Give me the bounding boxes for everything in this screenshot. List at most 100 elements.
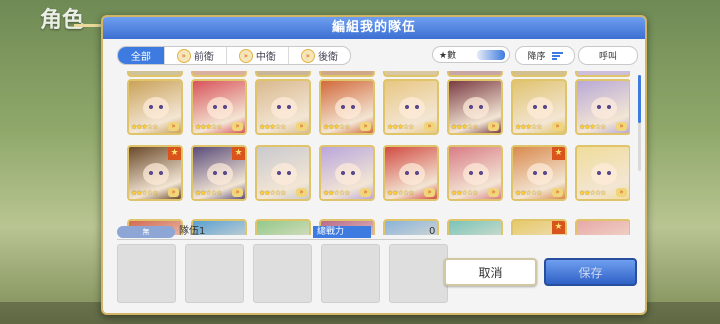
star-rating: ★★☆☆☆ — [259, 189, 286, 197]
character-card[interactable]: ★★☆☆☆ » — [255, 145, 311, 201]
cancel-label: 取消 — [478, 265, 503, 280]
star-rating: ★★★☆☆ — [131, 123, 158, 131]
tab-back-label: 後衛 — [317, 52, 338, 63]
team-slots — [117, 244, 448, 303]
position-chevron-icon: » — [552, 188, 563, 197]
position-chevron-icon: » — [616, 188, 627, 197]
star-flag-icon: ★ — [168, 147, 181, 160]
roster-top-peek-row — [127, 71, 630, 77]
character-card[interactable]: ★★★☆☆ » — [575, 79, 630, 135]
character-card[interactable]: ★★★☆☆ » — [447, 79, 503, 135]
position-chevron-icon: » — [552, 122, 563, 131]
character-eyes — [596, 171, 612, 175]
tab-middle[interactable]: » 中衛 — [227, 47, 289, 64]
total-power-value: 0 — [429, 226, 436, 237]
character-eyes — [596, 105, 612, 109]
roster-scrollbar[interactable] — [638, 75, 641, 171]
roster-row-1: ★★★☆☆» ★★★☆☆» ★★★☆☆» ★★★☆☆» ★★★☆☆» ★★★☆☆» ★★★☆… — [127, 79, 630, 135]
character-card-peek[interactable] — [127, 71, 183, 77]
character-eyes — [148, 105, 164, 109]
character-card[interactable]: ★★☆☆☆ » ★ — [191, 145, 247, 201]
star-rating: ★★☆☆☆ — [387, 189, 414, 197]
character-card[interactable]: ★★★☆☆ » — [383, 79, 439, 135]
team-name: 隊伍1 — [179, 226, 206, 237]
character-eyes — [532, 171, 548, 175]
character-card[interactable]: ★★☆☆☆ » — [319, 145, 375, 201]
tab-back[interactable]: » 後衛 — [289, 47, 350, 64]
position-chevron-icon: » — [424, 122, 435, 131]
position-chevron-icon: » — [232, 122, 243, 131]
position-chevron-icon: » — [168, 188, 179, 197]
character-eyes — [276, 105, 292, 109]
character-eyes — [532, 105, 548, 109]
character-eyes — [468, 105, 484, 109]
back-position-icon: » — [300, 48, 315, 63]
position-chevron-icon: » — [488, 122, 499, 131]
tab-front[interactable]: » 前衛 — [165, 47, 227, 64]
sort-label: ★數 — [439, 51, 457, 61]
roster-row-2: ★★☆☆☆» ★ ★★☆☆☆» ★ ★★☆☆☆» ★★☆☆☆» ★★☆☆☆» ★★☆☆☆» ★★… — [127, 145, 630, 201]
character-eyes — [276, 171, 292, 175]
star-rating: ★★☆☆☆ — [195, 189, 222, 197]
position-chevron-icon: » — [616, 122, 627, 131]
position-chevron-icon: » — [296, 122, 307, 131]
character-card[interactable]: ★★★☆☆ » — [511, 79, 567, 135]
call-button[interactable]: 呼叫 — [578, 46, 638, 65]
character-eyes — [340, 171, 356, 175]
team-slot-4[interactable] — [321, 244, 380, 303]
star-rating: ★★☆☆☆ — [579, 189, 606, 197]
order-button[interactable]: 降序 — [515, 46, 575, 65]
team-slot-3[interactable] — [253, 244, 312, 303]
middle-position-icon: » — [238, 48, 253, 63]
cancel-button[interactable]: 取消 — [444, 258, 537, 286]
character-eyes — [212, 171, 228, 175]
tab-middle-label: 中衛 — [255, 52, 276, 63]
character-eyes — [148, 171, 164, 175]
character-card-peek[interactable] — [383, 71, 439, 77]
position-chevron-icon: » — [296, 188, 307, 197]
character-card[interactable]: ★★☆☆☆ » — [383, 145, 439, 201]
character-eyes — [212, 105, 228, 109]
character-card[interactable]: ★★★☆☆ » — [127, 79, 183, 135]
team-info-bar: 無 隊伍1 總戰力 0 — [117, 226, 441, 239]
character-card[interactable]: ★ — [511, 219, 567, 235]
team-slot-2[interactable] — [185, 244, 244, 303]
character-card-peek[interactable] — [191, 71, 247, 77]
star-rating: ★★★☆☆ — [451, 123, 478, 131]
character-eyes — [468, 171, 484, 175]
position-chevron-icon: » — [488, 188, 499, 197]
character-card[interactable]: ★★☆☆☆ » — [575, 145, 630, 201]
character-card[interactable] — [575, 219, 630, 235]
character-card[interactable]: ★★★☆☆ » — [319, 79, 375, 135]
character-card-peek[interactable] — [319, 71, 375, 77]
team-slot-1[interactable] — [117, 244, 176, 303]
character-card-peek[interactable] — [255, 71, 311, 77]
star-rating: ★★☆☆☆ — [451, 189, 478, 197]
character-card-peek[interactable] — [511, 71, 567, 77]
character-card[interactable]: ★★★☆☆ » — [255, 79, 311, 135]
position-chevron-icon: » — [424, 188, 435, 197]
order-label: 降序 — [527, 52, 546, 62]
save-label: 保存 — [578, 265, 603, 280]
character-card-peek[interactable] — [447, 71, 503, 77]
save-button[interactable]: 保存 — [544, 258, 637, 286]
sort-select[interactable]: ★數 — [432, 46, 510, 63]
character-eyes — [404, 105, 420, 109]
background-page-title: 角色 — [40, 8, 85, 33]
team-slot-5[interactable] — [389, 244, 448, 303]
character-card[interactable] — [447, 219, 503, 235]
team-badge: 無 — [117, 226, 175, 238]
dialog-title: 編組我的隊伍 — [103, 17, 645, 39]
character-card[interactable]: ★★☆☆☆ » ★ — [511, 145, 567, 201]
star-rating: ★★☆☆☆ — [131, 189, 158, 197]
position-tabs: 全部 » 前衛 » 中衛 » 後衛 — [117, 46, 351, 65]
character-card[interactable]: ★★☆☆☆ » — [447, 145, 503, 201]
filter-bar: 全部 » 前衛 » 中衛 » 後衛 ★數 降序 呼叫 — [103, 41, 645, 67]
character-card[interactable]: ★★★☆☆ » — [191, 79, 247, 135]
tab-all[interactable]: 全部 — [118, 47, 165, 64]
star-flag-icon: ★ — [552, 221, 565, 234]
tab-front-label: 前衛 — [193, 52, 214, 63]
roster-scroll-thumb[interactable] — [638, 75, 641, 123]
character-card[interactable]: ★★☆☆☆ » ★ — [127, 145, 183, 201]
character-card-peek[interactable] — [575, 71, 630, 77]
